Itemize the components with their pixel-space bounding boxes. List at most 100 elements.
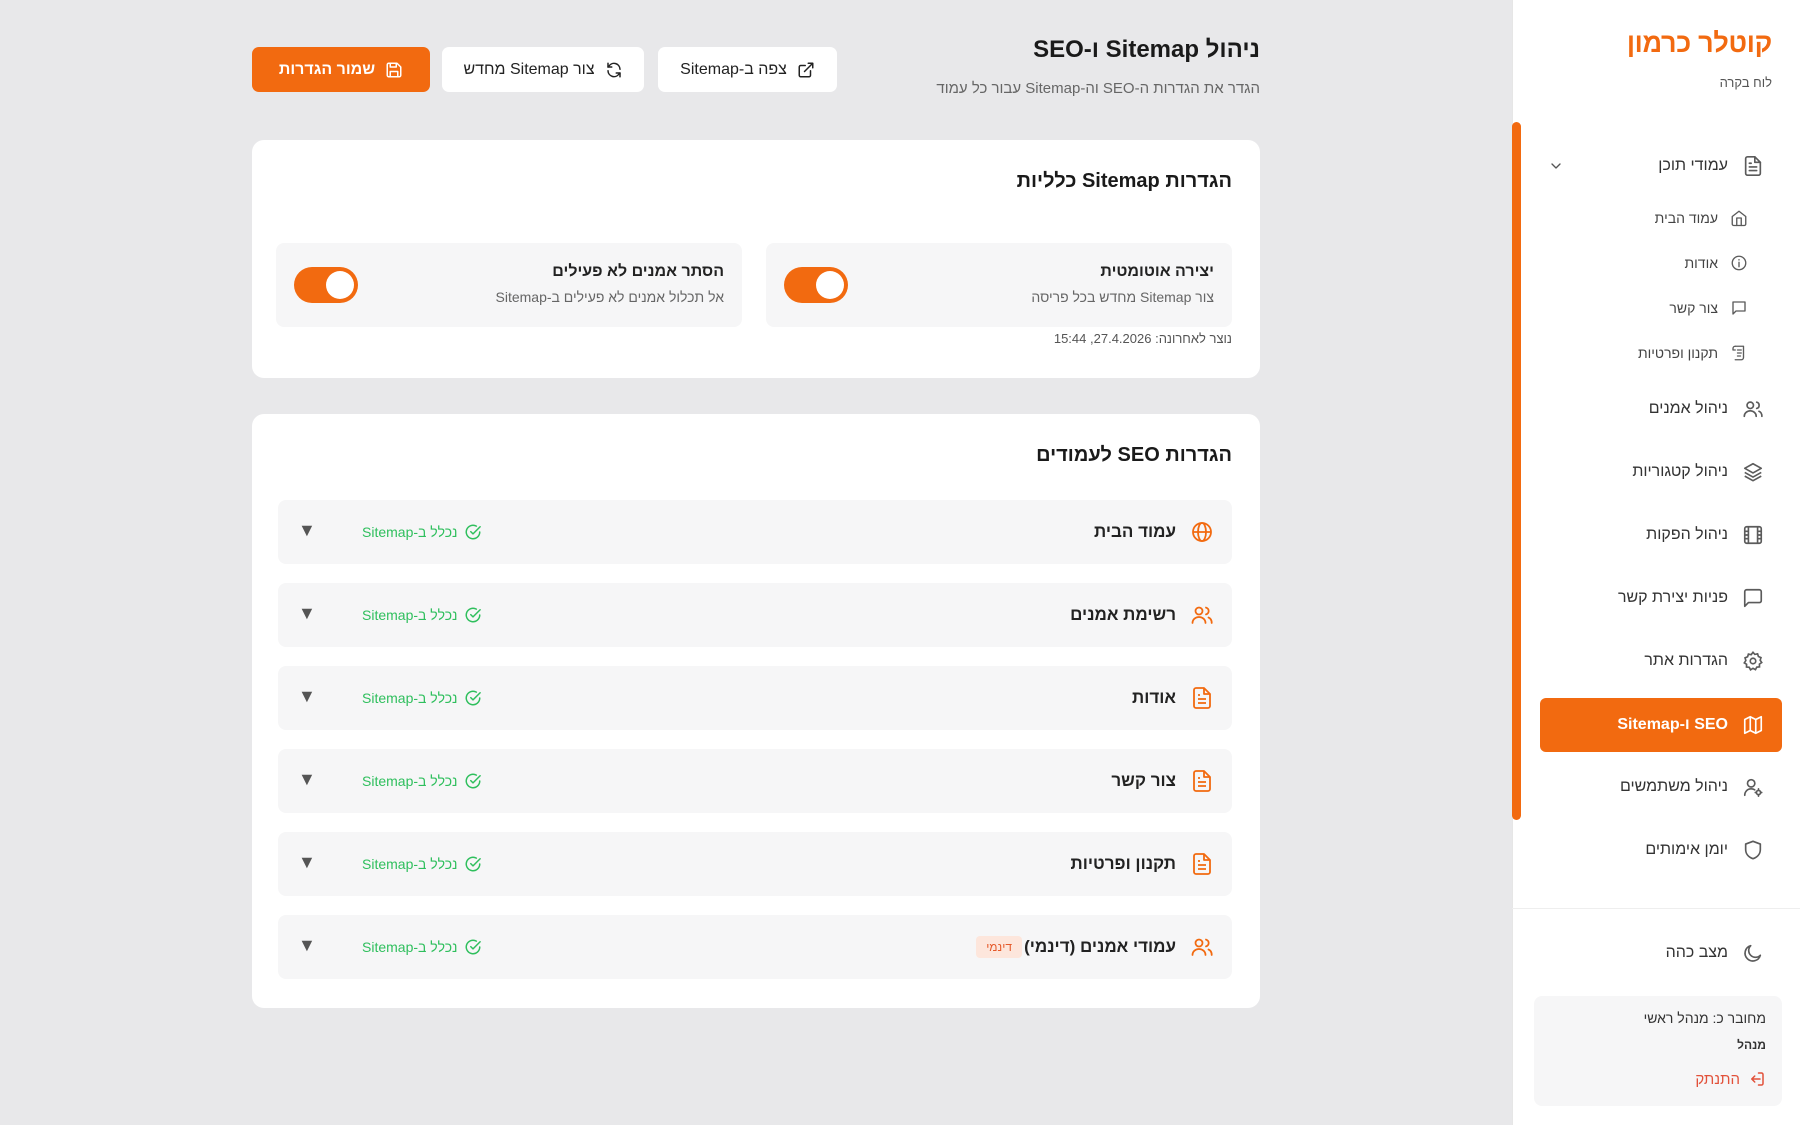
seo-row-about[interactable]: אודות נכלל ב-Sitemap ▼ <box>278 666 1232 730</box>
sidebar-item-users[interactable]: ניהול משתמשים <box>1620 767 1764 807</box>
sidebar-item-seo-sitemap[interactable]: SEO ו-Sitemap <box>1540 698 1782 752</box>
sidebar-item-artists[interactable]: ניהול אמנים <box>1649 389 1764 429</box>
seo-row-contact[interactable]: צור קשר נכלל ב-Sitemap ▼ <box>278 749 1232 813</box>
user-role: מנהל <box>1737 1038 1766 1052</box>
seo-pages-settings-card: הגדרות SEO לעמודים עמוד הבית נכלל ב-Site… <box>252 414 1260 1008</box>
view-sitemap-button[interactable]: צפה ב-Sitemap <box>658 47 837 92</box>
save-icon <box>385 61 403 79</box>
sidebar-item-contact-requests[interactable]: פניות יצירת קשר <box>1618 578 1764 618</box>
file-icon <box>1190 852 1214 876</box>
sidebar-subitem-label: צור קשר <box>1669 300 1718 316</box>
expand-arrow-icon[interactable]: ▼ <box>298 603 316 624</box>
chevron-down-icon[interactable] <box>1548 158 1564 174</box>
sidebar-item-site-settings[interactable]: הגדרות אתר <box>1644 641 1764 681</box>
view-sitemap-label: צפה ב-Sitemap <box>680 60 787 78</box>
sidebar-subitem-about[interactable]: אודות <box>1685 243 1749 283</box>
seo-row-artists-list[interactable]: רשימת אמנים נכלל ב-Sitemap ▼ <box>278 583 1232 647</box>
info-icon <box>1730 254 1748 272</box>
home-icon <box>1730 209 1748 227</box>
logout-label: התנתק <box>1695 1070 1740 1088</box>
check-circle-icon <box>464 606 482 624</box>
external-link-icon <box>797 61 815 79</box>
file-icon <box>1190 769 1214 793</box>
message-square-icon <box>1742 587 1764 609</box>
sidebar-item-label: ניהול קטגוריות <box>1632 463 1728 480</box>
sidebar-item-label: יומן אימותים <box>1645 841 1728 858</box>
sidebar-divider <box>1512 908 1800 909</box>
check-circle-icon <box>464 772 482 790</box>
sidebar-scrollbar[interactable] <box>1512 122 1521 820</box>
sidebar-group-label: עמודי תוכן <box>1658 157 1728 174</box>
expand-arrow-icon[interactable]: ▼ <box>298 520 316 541</box>
map-icon <box>1742 714 1764 736</box>
auto-generate-toggle[interactable] <box>784 267 848 303</box>
check-circle-icon <box>464 855 482 873</box>
dark-mode-toggle[interactable]: מצב כהה <box>1666 933 1764 973</box>
seo-row-title: צור קשר <box>1111 771 1176 790</box>
sidebar-item-label: פניות יצירת קשר <box>1617 589 1728 606</box>
seo-row-title: עמוד הבית <box>1094 522 1176 541</box>
expand-arrow-icon[interactable]: ▼ <box>298 769 316 790</box>
seo-row-title: תקנון ופרטיות <box>1070 854 1176 873</box>
expand-arrow-icon[interactable]: ▼ <box>298 935 316 956</box>
card-title: הגדרות SEO לעמודים <box>1036 444 1232 466</box>
hide-inactive-artists-setting: הסתר אמנים לא פעילים אל תכלול אמנים לא פ… <box>276 243 742 327</box>
sidebar-item-categories[interactable]: ניהול קטגוריות <box>1632 452 1764 492</box>
users-icon <box>1742 398 1764 420</box>
sidebar-item-label: ניהול משתמשים <box>1619 778 1728 795</box>
logged-in-as: מחובר כ: מנהל ראשי <box>1643 1010 1766 1026</box>
shield-icon <box>1742 839 1764 861</box>
sitemap-status-label: נכלל ב-Sitemap <box>362 690 458 706</box>
sitemap-status-label: נכלל ב-Sitemap <box>362 773 458 789</box>
sidebar-item-auth-log[interactable]: יומן אימותים <box>1645 830 1764 870</box>
sidebar-group-content-pages[interactable]: עמודי תוכן <box>1548 146 1764 186</box>
seo-row-terms[interactable]: תקנון ופרטיות נכלל ב-Sitemap ▼ <box>278 832 1232 896</box>
sidebar-subitem-terms[interactable]: תקנון ופרטיות <box>1638 333 1748 373</box>
brand: קוטלר כרמון לוח בקרה <box>1627 28 1772 90</box>
regenerate-sitemap-label: צור Sitemap מחדש <box>463 60 595 78</box>
sidebar-item-label: הגדרות אתר <box>1644 652 1728 669</box>
expand-arrow-icon[interactable]: ▼ <box>298 852 316 873</box>
sidebar-subitem-contact[interactable]: צור קשר <box>1669 288 1748 328</box>
regenerate-sitemap-button[interactable]: צור Sitemap מחדש <box>442 47 644 92</box>
scroll-icon <box>1730 344 1748 362</box>
seo-row-title: רשימת אמנים <box>1070 605 1176 624</box>
sitemap-status: נכלל ב-Sitemap <box>362 938 482 956</box>
film-icon <box>1742 524 1764 546</box>
sidebar-subitem-home[interactable]: עמוד הבית <box>1655 198 1748 238</box>
dark-mode-label: מצב כהה <box>1665 944 1728 961</box>
sitemap-status: נכלל ב-Sitemap <box>362 772 482 790</box>
seo-row-home[interactable]: עמוד הבית נכלל ב-Sitemap ▼ <box>278 500 1232 564</box>
message-icon <box>1730 299 1748 317</box>
logout-button[interactable]: התנתק <box>1550 1070 1766 1088</box>
refresh-icon <box>605 61 623 79</box>
auto-generate-setting: יצירה אוטומטית צור Sitemap מחדש בכל פריס… <box>766 243 1232 327</box>
hide-inactive-artists-toggle[interactable] <box>294 267 358 303</box>
card-title: הגדרות Sitemap כלליות <box>1016 170 1232 192</box>
sitemap-status: נכלל ב-Sitemap <box>362 523 482 541</box>
layers-icon <box>1742 461 1764 483</box>
sitemap-status: נכלל ב-Sitemap <box>362 606 482 624</box>
toggle-knob <box>816 271 844 299</box>
save-settings-button[interactable]: שמור הגדרות <box>252 47 430 92</box>
setting-title: יצירה אוטומטית <box>1100 263 1214 280</box>
page-title: ניהול Sitemap ו-SEO <box>1033 36 1260 63</box>
sitemap-status: נכלל ב-Sitemap <box>362 855 482 873</box>
sidebar-item-label: ניהול הפקות <box>1646 526 1728 543</box>
file-icon <box>1190 686 1214 710</box>
sitemap-status-label: נכלל ב-Sitemap <box>362 607 458 623</box>
seo-row-title: אודות <box>1132 688 1176 707</box>
sidebar: קוטלר כרמון לוח בקרה עמודי תוכן עמוד הבי… <box>1512 0 1800 1125</box>
seo-row-artist-pages-dynamic[interactable]: עמודי אמנים (דינמי) דינמי נכלל ב-Sitemap… <box>278 915 1232 979</box>
sidebar-item-productions[interactable]: ניהול הפקות <box>1646 515 1764 555</box>
moon-icon <box>1742 942 1764 964</box>
brand-title: קוטלר כרמון <box>1626 28 1772 58</box>
toggle-knob <box>326 271 354 299</box>
user-cog-icon <box>1742 776 1764 798</box>
page-subtitle: הגדר את הגדרות ה-SEO וה-Sitemap עבור כל … <box>936 80 1260 97</box>
users-icon <box>1190 935 1214 959</box>
sidebar-item-label: ניהול אמנים <box>1648 400 1728 417</box>
sidebar-subitem-label: תקנון ופרטיות <box>1637 345 1718 361</box>
expand-arrow-icon[interactable]: ▼ <box>298 686 316 707</box>
sitemap-status: נכלל ב-Sitemap <box>362 689 482 707</box>
